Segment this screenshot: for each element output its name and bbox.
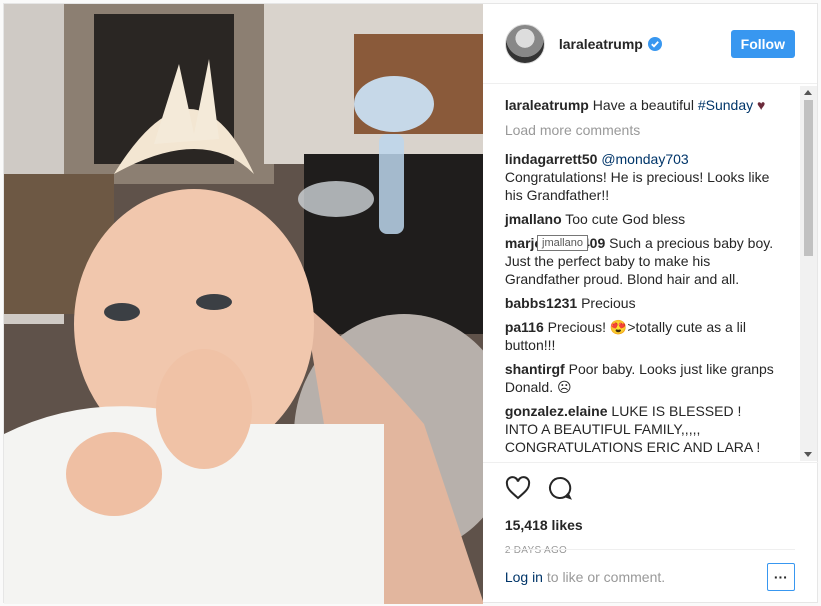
post-username[interactable]: laraleatrump (559, 36, 643, 52)
comment-item: pa116 Precious! 😍>totally cute as a lil … (505, 318, 777, 354)
scroll-down-arrow-icon[interactable] (804, 452, 812, 457)
instagram-post: laraleatrump Follow laraleatrump Have a … (3, 3, 818, 604)
caption: laraleatrump Have a beautiful #Sunday ♥ (505, 96, 777, 114)
heart-emoji: ♥ (757, 97, 766, 113)
comment-item: jmallano Too cute God bless (505, 210, 777, 228)
login-link[interactable]: Log in (505, 569, 543, 585)
comment-text: Too cute God bless (565, 211, 686, 227)
post-panel: laraleatrump Follow laraleatrump Have a … (482, 4, 818, 604)
like-count[interactable]: 15,418 likes (505, 517, 796, 533)
comment-username[interactable]: gonzalez.elaine (505, 403, 608, 419)
post-photo[interactable] (4, 4, 483, 604)
comment-text: Congratulations! He is precious! Looks l… (504, 169, 770, 203)
comment-text: Precious (581, 295, 636, 311)
comments-list: laraleatrump Have a beautiful #Sunday ♥ … (483, 86, 818, 461)
login-prompt: Log in to like or comment. ··· (504, 549, 795, 604)
hashtag-link[interactable]: #Sunday (698, 97, 753, 113)
follow-button[interactable]: Follow (730, 29, 795, 58)
comment-username[interactable]: jmallano (505, 211, 562, 227)
comment-item: gonzalez.elaine LUKE IS BLESSED ! INTO A… (505, 402, 777, 456)
comments-scrollbar[interactable] (800, 86, 817, 461)
caption-username[interactable]: laraleatrump (505, 97, 589, 113)
scroll-up-arrow-icon[interactable] (804, 90, 812, 95)
baby-photo-illustration (4, 4, 483, 604)
heart-icon[interactable] (505, 476, 531, 500)
post-header: laraleatrump Follow (482, 4, 817, 84)
verified-badge-icon (647, 36, 662, 51)
comment-item: shantirgf Poor baby. Looks just like gra… (505, 360, 777, 396)
comment-username[interactable]: pa116 (505, 319, 544, 335)
load-more-comments[interactable]: Load more comments (505, 122, 796, 138)
mention-link[interactable]: @monday703 (601, 151, 688, 167)
comment-username[interactable]: babbs1231 (505, 295, 577, 311)
caption-text: Have a beautiful (592, 97, 698, 113)
scrollbar-thumb[interactable] (804, 100, 813, 256)
comment-item: babbs1231 Precious (505, 294, 777, 312)
comment-username[interactable]: lindagarrett50 (505, 151, 598, 167)
login-suffix: to like or comment. (542, 569, 666, 585)
username-tooltip: jmallano (537, 235, 588, 251)
action-icons (505, 473, 796, 503)
avatar[interactable] (504, 23, 545, 64)
comment-item: lindagarrett50 @monday703 Congratulation… (505, 150, 777, 204)
comment-icon[interactable] (547, 475, 573, 501)
comment-username[interactable]: shantirgf (505, 361, 565, 377)
more-options-icon[interactable]: ··· (766, 563, 795, 591)
